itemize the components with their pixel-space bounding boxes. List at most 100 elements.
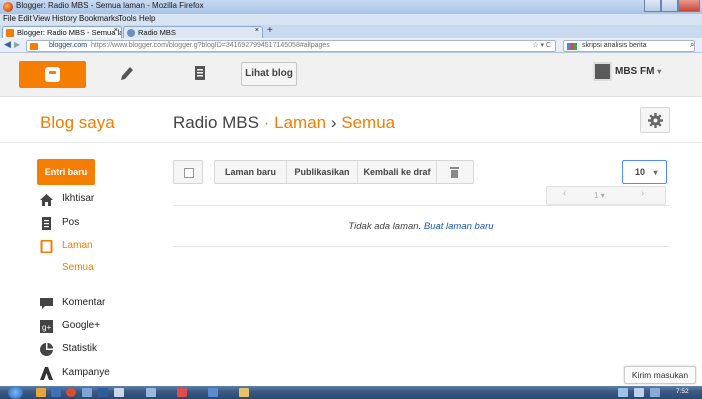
pagination: ‹ 1 ▾ ›: [546, 186, 666, 205]
empty-state: Tidak ada laman. Buat laman baru: [173, 221, 669, 232]
url-bar[interactable]: blogger.com https://www.blogger.com/blog…: [26, 40, 556, 52]
previous-page-button[interactable]: ‹: [563, 188, 566, 199]
pencil-icon[interactable]: [118, 64, 134, 82]
blogger-home-button[interactable]: [19, 61, 86, 88]
send-feedback-button[interactable]: Kirim masukan: [624, 366, 696, 384]
menu-tools[interactable]: Tools: [118, 14, 137, 23]
menu-file[interactable]: File: [3, 14, 16, 23]
search-engine-icon[interactable]: [567, 43, 577, 50]
settings-button[interactable]: [640, 107, 670, 133]
revert-to-draft-button[interactable]: Kembali ke draf: [358, 161, 437, 183]
pages-icon: [40, 240, 53, 253]
taskbar-firefox-icon[interactable]: [66, 388, 76, 397]
create-page-link[interactable]: Buat laman baru: [424, 221, 494, 232]
sidebar-item-label: Pos: [62, 217, 80, 228]
menu-edit[interactable]: Edit: [18, 14, 32, 23]
sidebar-item-label: Kampanye: [62, 367, 110, 378]
avatar[interactable]: [593, 62, 612, 81]
list-divider: [173, 205, 669, 206]
page-select[interactable]: 1 ▾: [594, 191, 605, 200]
publish-button[interactable]: Publikasikan: [287, 161, 358, 183]
taskbar-app-icon[interactable]: [177, 388, 187, 397]
account-menu[interactable]: MBS FM ▾: [615, 66, 661, 77]
url-text: https://www.blogger.com/blogger.g?blogID…: [91, 42, 330, 49]
sidebar-item-label: Statistik: [62, 343, 98, 354]
sidebar-item-label: Google+: [62, 320, 101, 331]
search-icon[interactable]: ⌕: [690, 40, 694, 50]
list-divider: [173, 246, 669, 247]
reload-icon[interactable]: ☆ ▾ C: [532, 41, 551, 49]
sidebar-item-label: Laman: [62, 240, 93, 251]
page-favicon-icon: [127, 29, 135, 37]
menu-view[interactable]: View: [33, 14, 50, 23]
taskbar-app-icon[interactable]: [114, 388, 124, 397]
sidebar-item-label: Semua: [62, 262, 94, 273]
tab-label: Radio MBS: [138, 28, 176, 37]
menu-history[interactable]: History: [52, 14, 77, 23]
delete-button[interactable]: [437, 161, 473, 183]
tray-volume-icon[interactable]: [650, 388, 660, 397]
breadcrumb-separator: ·: [263, 113, 270, 132]
trash-icon: [450, 167, 459, 178]
page-icon[interactable]: [193, 64, 207, 82]
page-number: 1: [594, 191, 599, 200]
taskbar-app-icon[interactable]: [82, 388, 92, 397]
menu-bookmarks[interactable]: Bookmarks: [79, 14, 119, 23]
menu-bar: File Edit View History Bookmarks Tools H…: [0, 14, 702, 25]
svg-text:g+: g+: [42, 323, 51, 332]
tab-close-icon[interactable]: ×: [114, 27, 118, 34]
posts-icon: [42, 217, 51, 230]
new-tab-icon[interactable]: +: [267, 25, 273, 36]
taskbar-app-icon[interactable]: [146, 388, 156, 397]
sidebar-item-label: Ikhtisar: [62, 193, 95, 204]
window-title-bar: Blogger: Radio MBS - Semua laman - Mozil…: [0, 0, 702, 14]
taskbar-app-icon[interactable]: [98, 388, 108, 397]
new-post-button[interactable]: Entri baru: [37, 159, 95, 185]
home-icon: [40, 194, 53, 206]
maximize-button[interactable]: [661, 0, 678, 12]
google-plus-icon: g+: [40, 320, 53, 333]
search-field[interactable]: skripsi analisis berita: [563, 40, 695, 52]
back-icon[interactable]: ◀: [4, 39, 11, 50]
blogger-logo-icon: [45, 67, 60, 82]
forward-icon[interactable]: ▶: [14, 40, 20, 49]
tray-network-icon[interactable]: [618, 388, 628, 397]
url-host: blogger.com: [49, 42, 88, 49]
tab-label: Blogger: Radio MBS - Semua laman: [17, 28, 121, 37]
firefox-icon: [3, 2, 13, 12]
taskbar-app-icon[interactable]: [208, 388, 218, 397]
header-divider: [0, 142, 702, 143]
taskbar-clock[interactable]: 7:52: [676, 388, 689, 395]
blog-name: Radio MBS: [173, 113, 259, 132]
tab-close-icon[interactable]: ×: [255, 27, 259, 34]
tab-bar: Blogger: Radio MBS - Semua laman × Radio…: [0, 25, 702, 38]
page-title: Radio MBS · Laman › Semua: [173, 113, 395, 133]
search-value: skripsi analisis berita: [582, 42, 647, 49]
comment-icon: [40, 298, 53, 309]
start-button[interactable]: [8, 386, 23, 399]
view-blog-button[interactable]: Lihat blog: [241, 62, 297, 86]
tab-blogger-semua-laman[interactable]: Blogger: Radio MBS - Semua laman ×: [2, 26, 122, 38]
minimize-button[interactable]: [644, 0, 661, 12]
chevron-down-icon: ▾: [657, 67, 662, 76]
breadcrumb-pages[interactable]: Laman: [274, 113, 326, 132]
taskbar-app-icon[interactable]: [51, 388, 61, 397]
select-all-checkbox[interactable]: [173, 160, 203, 184]
tray-flag-icon[interactable]: [634, 388, 644, 397]
next-page-button[interactable]: ›: [641, 188, 644, 199]
sidebar-item-label: Komentar: [62, 297, 106, 308]
rows-per-page-select[interactable]: 10 ▾: [622, 160, 667, 184]
new-page-button[interactable]: Laman baru: [215, 161, 287, 183]
chevron-down-icon: ▾: [600, 191, 605, 200]
taskbar-app-icon[interactable]: [36, 388, 46, 397]
gear-icon: [648, 113, 663, 128]
my-blogs-link[interactable]: Blog saya: [40, 113, 115, 133]
stats-icon: [40, 343, 53, 356]
close-window-button[interactable]: [678, 0, 700, 12]
chevron-down-icon: ▾: [653, 168, 658, 177]
tab-radio-mbs[interactable]: Radio MBS ×: [123, 26, 263, 38]
site-identity-icon[interactable]: [30, 43, 38, 50]
menu-help[interactable]: Help: [139, 14, 155, 23]
breadcrumb-all: Semua: [341, 113, 396, 132]
taskbar-app-icon[interactable]: [239, 388, 249, 397]
